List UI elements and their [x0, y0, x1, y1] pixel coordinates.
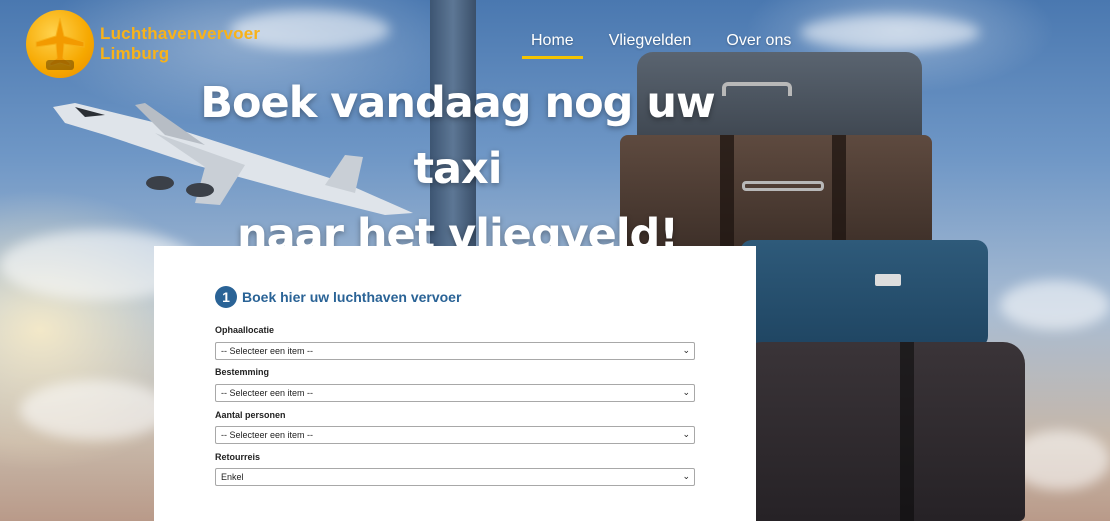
chevron-down-icon: ⌄	[682, 387, 690, 397]
step-number-badge: 1	[215, 286, 237, 308]
form-title: Boek hier uw luchthaven vervoer	[242, 289, 462, 305]
nav-over-ons[interactable]: Over ons	[717, 32, 800, 57]
select-value: -- Selecteer een item --	[221, 430, 314, 440]
suitcase-dark	[740, 342, 1025, 521]
select-value: -- Selecteer een item --	[221, 346, 314, 356]
label-retourreis: Retourreis	[215, 452, 261, 462]
select-retourreis[interactable]: Enkel ⌄	[215, 468, 695, 486]
chevron-down-icon: ⌄	[682, 471, 690, 481]
form-step-header: 1 Boek hier uw luchthaven vervoer	[215, 286, 461, 308]
logo-text: Luchthavenvervoer Limburg	[100, 24, 260, 64]
main-nav: Home Vliegvelden Over ons	[522, 32, 817, 59]
label-ophaallocatie: Ophaallocatie	[215, 325, 275, 335]
label-bestemming: Bestemming	[215, 367, 270, 377]
booking-form: 1 Boek hier uw luchthaven vervoer Ophaal…	[154, 246, 756, 521]
logo-line-1: Luchthavenvervoer	[100, 24, 261, 43]
logo[interactable]: Luchthavenvervoer Limburg	[26, 10, 260, 78]
nav-vliegvelden[interactable]: Vliegvelden	[600, 32, 701, 57]
select-value: Enkel	[221, 472, 244, 482]
headline-line-1: Boek vandaag nog uw taxi	[200, 78, 716, 194]
nav-home[interactable]: Home	[522, 32, 583, 59]
select-value: -- Selecteer een item --	[221, 388, 314, 398]
airplane-logo-icon	[26, 10, 94, 78]
select-bestemming[interactable]: -- Selecteer een item -- ⌄	[215, 384, 695, 402]
hero-headline: Boek vandaag nog uw taxi naar het vliegv…	[150, 70, 765, 268]
suitcase-blue	[740, 240, 988, 348]
label-aantal-personen: Aantal personen	[215, 410, 286, 420]
logo-line-2: Limburg	[100, 44, 170, 63]
chevron-down-icon: ⌄	[682, 345, 690, 355]
select-ophaallocatie[interactable]: -- Selecteer een item -- ⌄	[215, 342, 695, 360]
select-aantal-personen[interactable]: -- Selecteer een item -- ⌄	[215, 426, 695, 444]
chevron-down-icon: ⌄	[682, 429, 690, 439]
